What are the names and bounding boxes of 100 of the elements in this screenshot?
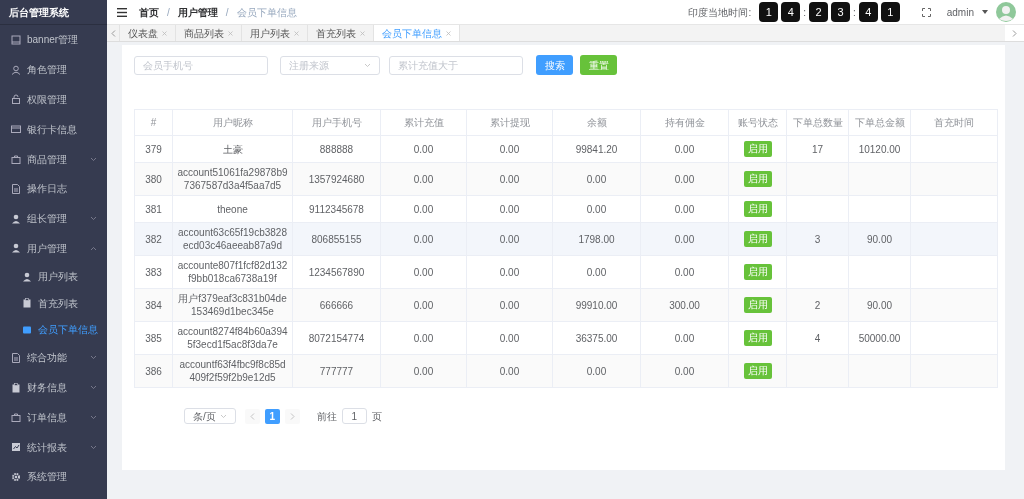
- table-cell: account51061fa29878b97367587d3a4f5aa7d5: [177, 167, 288, 191]
- close-icon[interactable]: [360, 30, 365, 36]
- person-icon: [11, 243, 21, 254]
- table-cell: 0.00: [499, 233, 520, 245]
- table-cell: 0.00: [499, 173, 520, 185]
- table-cell: 0.00: [674, 203, 695, 215]
- table-cell: 0.00: [499, 332, 520, 344]
- sidebar-item[interactable]: 操作日志: [0, 174, 107, 204]
- chevron-down-icon: [90, 216, 97, 222]
- table-cell: 0.00: [499, 266, 520, 278]
- page-input[interactable]: 1: [341, 408, 367, 424]
- table-cell: 1798.00: [578, 233, 615, 245]
- fullscreen-icon[interactable]: [921, 7, 931, 17]
- chevron-right-icon[interactable]: [1012, 29, 1017, 37]
- breadcrumb-item[interactable]: 用户管理: [177, 4, 218, 20]
- clock-separator: :: [852, 5, 856, 20]
- avatar-icon[interactable]: [996, 2, 1016, 22]
- column-header: 累计充值: [380, 109, 467, 136]
- close-icon[interactable]: [446, 30, 451, 36]
- sidebar-item[interactable]: 财务信息: [0, 372, 107, 403]
- sidebar-item[interactable]: 角色管理: [0, 54, 107, 85]
- menu-icon[interactable]: [117, 7, 127, 17]
- sidebar-item[interactable]: 组长管理: [0, 203, 107, 234]
- table-cell: 99910.00: [575, 299, 618, 311]
- document-icon: [11, 183, 21, 194]
- tab[interactable]: 仪表盘: [120, 25, 176, 41]
- table-cell: 9112345678: [309, 203, 364, 215]
- column-header: 下单总金额: [848, 109, 911, 136]
- table-cell: 0.00: [499, 299, 520, 311]
- table-cell: 0.00: [674, 143, 695, 155]
- status-badge: 启用: [743, 330, 772, 346]
- chart-icon: [11, 442, 21, 453]
- sidebar-subitem[interactable]: 首充列表: [0, 289, 107, 317]
- table-cell: 0.00: [586, 173, 607, 185]
- table-cell: 0.00: [499, 143, 520, 155]
- card-icon: [11, 124, 21, 135]
- clock-digit: 1: [759, 2, 779, 22]
- user-name[interactable]: admin: [946, 4, 974, 20]
- table-cell: 381: [145, 203, 162, 215]
- chevron-down-icon: [364, 62, 371, 68]
- table-cell: 36375.00: [575, 332, 618, 344]
- sidebar-item[interactable]: 综合功能: [0, 342, 107, 373]
- sidebar-item[interactable]: 订单信息: [0, 402, 107, 433]
- square-icon: [11, 34, 21, 45]
- table-cell: 90.00: [867, 299, 892, 311]
- clipboard-icon: [11, 382, 21, 393]
- sidebar-item[interactable]: 统计报表: [0, 432, 107, 463]
- table-cell: 土豪: [222, 143, 243, 155]
- chevron-left-icon[interactable]: [110, 29, 116, 37]
- table-cell: 0.00: [674, 332, 695, 344]
- sidebar-item[interactable]: 权限管理: [0, 84, 107, 115]
- status-badge: 启用: [743, 363, 772, 379]
- sidebar-item[interactable]: 系统管理: [0, 462, 107, 492]
- table-cell: 3: [814, 233, 821, 245]
- breadcrumb-item: 会员下单信息: [236, 5, 297, 20]
- status-badge: 启用: [743, 141, 772, 157]
- table-cell: 0.00: [413, 203, 434, 215]
- lock-icon: [11, 94, 21, 105]
- table-cell: 384: [145, 299, 162, 311]
- table-cell: 50000.00: [858, 332, 901, 344]
- close-icon[interactable]: [228, 30, 233, 36]
- table-cell: 17: [811, 143, 824, 155]
- table-cell: 0.00: [413, 365, 434, 377]
- close-icon[interactable]: [162, 30, 167, 36]
- table-cell: 888888: [319, 143, 354, 155]
- sidebar-item[interactable]: banner管理: [0, 25, 107, 55]
- column-header: 首充时间: [910, 109, 998, 136]
- sidebar-item[interactable]: 银行卡信息: [0, 114, 107, 145]
- table-cell: 0.00: [413, 233, 434, 245]
- bag-icon: [11, 412, 21, 423]
- clock-label: 印度当地时间:: [688, 5, 752, 20]
- clock-separator: :: [803, 5, 806, 20]
- sidebar-item[interactable]: 用户管理: [0, 233, 107, 264]
- table-cell: 4: [814, 332, 821, 344]
- sidebar-subitem[interactable]: 用户列表: [0, 263, 107, 290]
- table-cell: 0.00: [674, 173, 695, 185]
- breadcrumb-item[interactable]: 首页: [139, 4, 159, 20]
- page-size-select[interactable]: 条/页: [184, 408, 236, 424]
- tab[interactable]: 用户列表: [242, 25, 308, 41]
- column-header: 累计提现: [466, 109, 553, 136]
- sidebar-subitem[interactable]: 会员下单信息: [0, 316, 107, 343]
- table-cell: 300.00: [669, 299, 700, 311]
- table-cell: theone: [217, 203, 248, 215]
- tab[interactable]: 商品列表: [176, 25, 242, 41]
- sidebar-item[interactable]: 商品管理: [0, 144, 107, 174]
- caret-icon[interactable]: [982, 10, 988, 14]
- column-header: 持有佣金: [640, 109, 729, 136]
- close-icon[interactable]: [294, 30, 299, 36]
- chevron-down-icon: [90, 355, 97, 361]
- bag-icon: [11, 154, 21, 165]
- gear-icon: [11, 471, 21, 482]
- table-cell: 1234567890: [308, 266, 365, 278]
- table-cell: 386: [145, 365, 162, 377]
- table-cell: 0.00: [413, 266, 434, 278]
- table-cell: 0.00: [413, 299, 434, 311]
- status-badge: 启用: [743, 231, 772, 247]
- breadcrumb-separator: /: [167, 5, 170, 20]
- table-cell: 10120.00: [858, 143, 901, 155]
- table-cell: account8274f84b60a3945f3ecd1f5ac8f3da7e: [177, 326, 288, 350]
- table-cell: 385: [145, 332, 162, 344]
